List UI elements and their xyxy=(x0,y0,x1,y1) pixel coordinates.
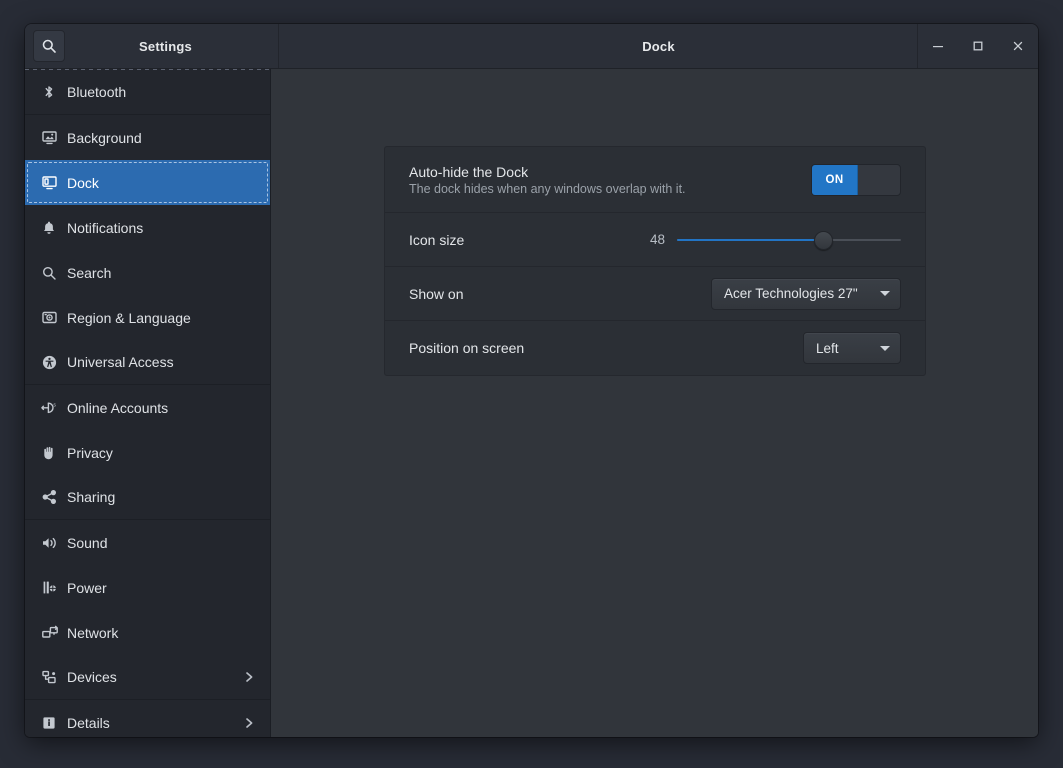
position-value: Left xyxy=(816,340,839,356)
power-plug-icon xyxy=(41,579,67,596)
row-icon-size: Icon size 48 xyxy=(385,213,925,267)
chevron-right-icon xyxy=(242,670,256,684)
sidebar-item-label: Online Accounts xyxy=(67,399,169,416)
show-on-dropdown[interactable]: Acer Technologies 27" xyxy=(711,277,901,310)
search-button[interactable] xyxy=(33,30,65,62)
show-on-value: Acer Technologies 27" xyxy=(724,286,858,301)
sidebar-item-label: Privacy xyxy=(67,444,113,461)
sidebar-item-details[interactable]: Details xyxy=(25,700,270,737)
network-icon xyxy=(41,625,67,641)
icon-size-label: Icon size xyxy=(409,231,465,248)
sidebar-item-label: Network xyxy=(67,624,119,641)
sidebar-header: Settings xyxy=(25,24,279,68)
sidebar-item-sound[interactable]: Sound xyxy=(25,520,270,565)
slider-handle[interactable] xyxy=(814,230,834,250)
row-position-on-screen: Position on screen Left xyxy=(385,321,925,375)
sidebar-item-bluetooth[interactable]: Bluetooth xyxy=(25,70,270,115)
sidebar-item-label: Sound xyxy=(67,534,108,551)
devices-icon xyxy=(41,669,67,685)
speaker-icon xyxy=(41,535,67,551)
auto-hide-label: Auto-hide the Dock xyxy=(409,163,529,180)
search-icon xyxy=(41,38,57,54)
bluetooth-icon xyxy=(41,84,67,100)
dock-icon xyxy=(41,174,67,191)
sidebar-item-label: Dock xyxy=(67,174,99,191)
chevron-down-icon xyxy=(880,291,890,296)
magnifier-icon xyxy=(41,265,67,281)
icon-size-slider[interactable] xyxy=(677,229,901,251)
auto-hide-toggle-state: ON xyxy=(812,164,858,195)
settings-sidebar[interactable]: Bluetooth Background Dock Notifications … xyxy=(25,69,271,737)
bell-icon xyxy=(41,220,67,236)
row-show-on: Show on Acer Technologies 27" xyxy=(385,267,925,321)
auto-hide-text: Auto-hide the Dock The dock hides when a… xyxy=(409,164,811,196)
icon-size-value: 48 xyxy=(649,232,665,247)
slider-fill xyxy=(677,238,823,241)
sidebar-item-label: Power xyxy=(67,579,107,596)
sidebar-item-label: Details xyxy=(67,714,110,731)
row-auto-hide: Auto-hide the Dock The dock hides when a… xyxy=(385,147,925,213)
sidebar-item-power[interactable]: Power xyxy=(25,565,270,610)
sidebar-list: Bluetooth Background Dock Notifications … xyxy=(25,69,270,737)
window-titlebar: Settings Dock xyxy=(25,24,1038,69)
sidebar-item-sharing[interactable]: Sharing xyxy=(25,475,270,520)
sidebar-item-label: Background xyxy=(67,129,142,146)
icon-size-control: 48 xyxy=(639,229,901,251)
icon-size-text: Icon size xyxy=(409,232,639,248)
background-icon xyxy=(41,129,67,146)
sidebar-item-label: Region & Language xyxy=(67,309,191,326)
show-on-label: Show on xyxy=(409,285,464,302)
page-title: Dock xyxy=(642,38,675,54)
position-label: Position on screen xyxy=(409,340,525,356)
chevron-down-icon xyxy=(880,345,890,351)
show-on-text: Show on xyxy=(409,286,711,302)
auto-hide-toggle[interactable]: ON xyxy=(811,163,901,196)
sidebar-item-background[interactable]: Background xyxy=(25,115,270,160)
sidebar-item-label: Devices xyxy=(67,669,117,685)
settings-card: Auto-hide the Dock The dock hides when a… xyxy=(384,146,926,376)
sidebar-item-universal-access[interactable]: Universal Access xyxy=(25,340,270,385)
sidebar-item-online-accounts[interactable]: s Online Accounts xyxy=(25,385,270,430)
sidebar-item-notifications[interactable]: Notifications xyxy=(25,205,270,250)
online-accounts-icon: s xyxy=(41,400,67,416)
sidebar-item-network[interactable]: Network xyxy=(25,610,270,655)
sidebar-item-region-language[interactable]: Region & Language xyxy=(25,295,270,340)
sidebar-item-devices[interactable]: Devices xyxy=(25,655,270,700)
settings-title: Settings xyxy=(139,38,192,54)
svg-text:s: s xyxy=(53,402,56,408)
info-icon xyxy=(41,715,67,731)
position-text: Position on screen xyxy=(409,340,803,356)
position-dropdown[interactable]: Left xyxy=(803,332,901,364)
desktop-background: Settings Dock Bluetooth Background Dock … xyxy=(0,0,1063,768)
sidebar-item-privacy[interactable]: Privacy xyxy=(25,430,270,475)
share-icon xyxy=(41,489,67,505)
accessibility-icon xyxy=(41,354,67,371)
settings-window: Settings Dock Bluetooth Background Dock … xyxy=(25,24,1038,737)
sidebar-item-label: Search xyxy=(67,264,112,281)
sidebar-item-label: Universal Access xyxy=(67,354,174,370)
sidebar-scroll-indicator xyxy=(25,69,270,70)
chevron-right-icon xyxy=(242,716,256,730)
sidebar-item-label: Notifications xyxy=(67,219,144,236)
sidebar-item-label: Bluetooth xyxy=(67,84,127,100)
region-language-icon xyxy=(41,309,67,326)
auto-hide-description: The dock hides when any windows overlap … xyxy=(409,181,686,196)
sidebar-item-dock[interactable]: Dock xyxy=(25,160,270,205)
window-body: Bluetooth Background Dock Notifications … xyxy=(25,69,1038,737)
sidebar-item-label: Sharing xyxy=(67,489,116,505)
hand-icon xyxy=(41,445,67,461)
dock-settings-panel: Auto-hide the Dock The dock hides when a… xyxy=(271,69,1038,737)
sidebar-item-search[interactable]: Search xyxy=(25,250,270,295)
content-header: Dock xyxy=(279,24,1038,68)
